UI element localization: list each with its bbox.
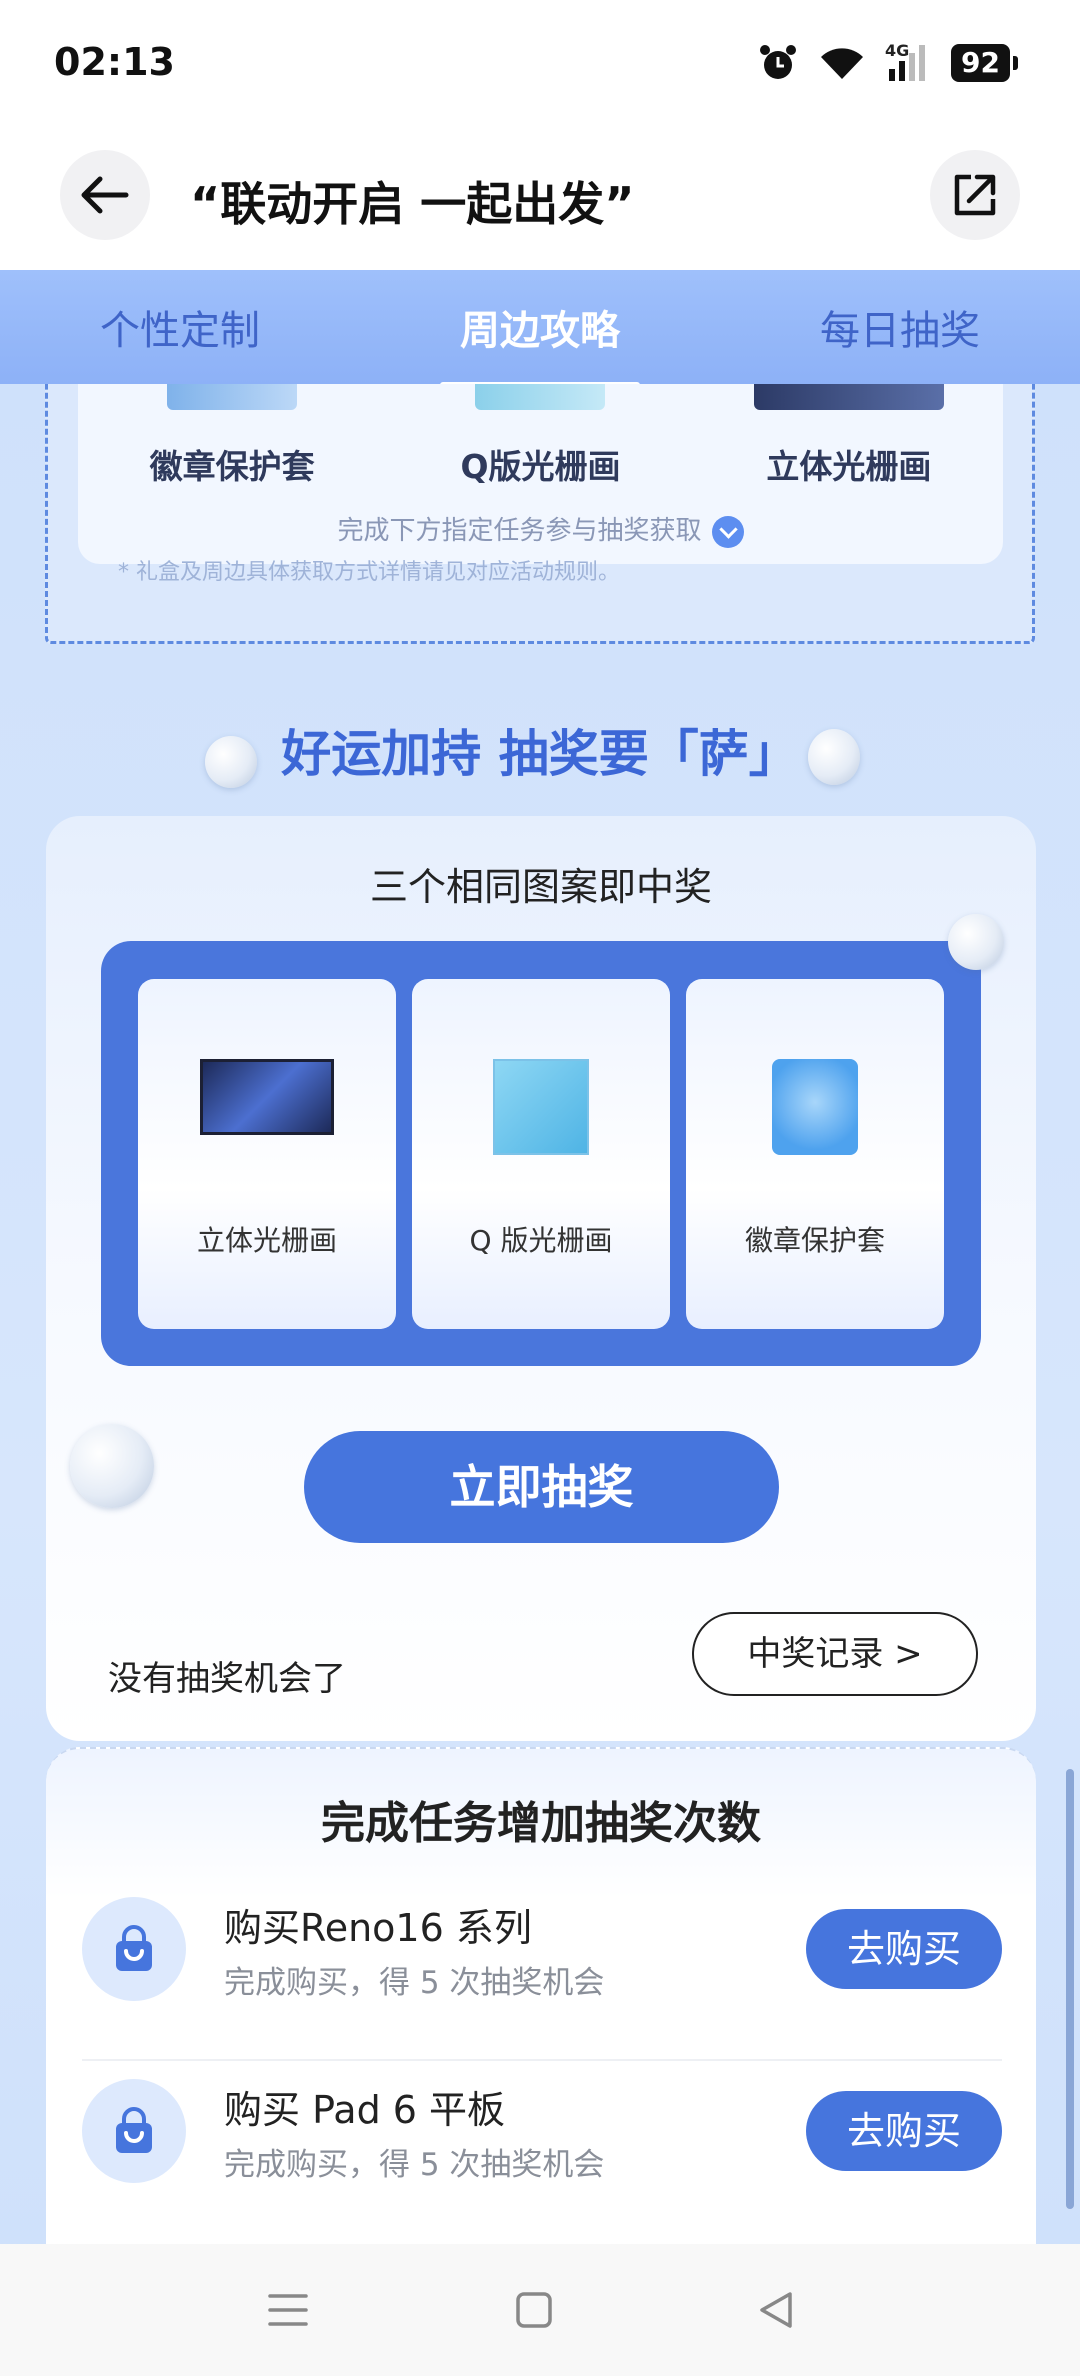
chances-status: 没有抽奖机会了 — [108, 1659, 346, 1699]
battery-indicator: 92 — [951, 44, 1018, 82]
draw-now-button[interactable]: 立即抽奖 — [304, 1431, 779, 1543]
task-name: 购买Reno16 系列 — [224, 1906, 532, 1950]
signal-icon: 4G — [885, 41, 931, 83]
badge-cover-image — [167, 384, 298, 410]
tab-customize[interactable]: 个性定制 — [80, 298, 280, 356]
slot-label: 立体光栅画 — [196, 1224, 337, 1257]
network-type-label: 4G — [885, 41, 910, 60]
recents-button[interactable] — [258, 2284, 318, 2336]
back-triangle-icon — [760, 2292, 792, 2328]
task-card-title: 完成任务增加抽奖次数 — [321, 1798, 761, 1849]
tab-daily-lottery[interactable]: 每日抽奖 — [800, 298, 1000, 356]
q-grating-image — [493, 1059, 589, 1155]
prize-item: Q版光栅画 — [400, 384, 680, 488]
slot-machine: 立体光栅画 Q 版光栅画 徽章保护套 — [101, 941, 981, 1366]
app-header: “联动开启 一起出发” — [0, 130, 1080, 270]
lottery-card: 三个相同图案即中奖 立体光栅画 Q 版光栅画 徽章保护套 立即抽奖 没有抽奖机会… — [46, 816, 1036, 1741]
home-button[interactable] — [504, 2284, 564, 2336]
buy-reno16-button[interactable]: 去购买 — [806, 1909, 1002, 1989]
task-row: 购买Reno16 系列 完成购买，得 5 次抽奖机会 去购买 — [82, 1879, 1002, 2019]
system-nav-bar — [0, 2244, 1080, 2376]
tab-merch-guide[interactable]: 周边攻略 — [440, 298, 640, 388]
prize-row: 徽章保护套 Q版光栅画 立体光栅画 — [78, 384, 1003, 488]
task-description: 完成购买，得 5 次抽奖机会 — [224, 1965, 605, 2001]
q-grating-image — [475, 384, 606, 410]
snowball-decoration — [70, 1424, 154, 1508]
buy-pad6-button[interactable]: 去购买 — [806, 2091, 1002, 2171]
snowball-decoration — [808, 729, 860, 785]
task-hint[interactable]: 完成下方指定任务参与抽奖获取 — [78, 510, 1003, 548]
task-hint-text: 完成下方指定任务参与抽奖获取 — [337, 516, 702, 546]
back-button[interactable] — [60, 150, 150, 240]
menu-icon — [268, 2294, 308, 2326]
prize-preview-card: 徽章保护套 Q版光栅画 立体光栅画 完成下方指定任务参与抽奖获取 * 礼盒及周边… — [45, 384, 1035, 644]
slot-reel: Q 版光栅画 — [412, 979, 670, 1329]
share-icon — [954, 174, 996, 216]
prize-item: 徽章保护套 — [92, 384, 372, 488]
prize-name: 徽章保护套 — [149, 447, 315, 486]
win-record-button[interactable]: 中奖记录 > — [692, 1612, 978, 1696]
wifi-icon — [819, 45, 865, 81]
scrollbar[interactable] — [1066, 1769, 1074, 2209]
status-icons: 4G 92 — [757, 41, 1018, 84]
shopping-bag-icon — [82, 2079, 186, 2183]
badge-cover-image — [772, 1059, 858, 1155]
page-title: “联动开启 一起出发” — [190, 177, 635, 231]
alarm-icon — [757, 42, 799, 84]
task-card: 完成任务增加抽奖次数 购买Reno16 系列 完成购买，得 5 次抽奖机会 去购… — [46, 1747, 1036, 2244]
prize-item: 立体光栅画 — [709, 384, 989, 488]
rule-note: * 礼盒及周边具体获取方式详情请见对应活动规则。 — [118, 560, 620, 585]
status-time: 02:13 — [54, 40, 175, 84]
system-back-button[interactable] — [746, 2284, 806, 2336]
arrow-left-icon — [81, 176, 129, 214]
status-bar: 02:13 4G 92 — [0, 0, 1080, 130]
3d-grating-image — [753, 384, 944, 410]
prize-name: Q版光栅画 — [460, 447, 621, 486]
slot-label: Q 版光栅画 — [469, 1224, 613, 1257]
slot-label: 徽章保护套 — [744, 1224, 885, 1257]
prize-name: 立体光栅画 — [766, 447, 932, 486]
chevron-down-icon[interactable] — [711, 515, 744, 548]
task-row: 购买 Pad 6 平板 完成购买，得 5 次抽奖机会 去购买 — [82, 2059, 1002, 2199]
slot-reel: 徽章保护套 — [686, 979, 944, 1329]
task-name: 购买 Pad 6 平板 — [224, 2088, 506, 2132]
home-square-icon — [516, 2292, 552, 2328]
lottery-subtitle: 三个相同图案即中奖 — [369, 865, 712, 909]
prize-preview-inner: 徽章保护套 Q版光栅画 立体光栅画 完成下方指定任务参与抽奖获取 — [78, 384, 1003, 564]
lottery-section-title: 好运加持 抽奖要「萨」 — [281, 725, 799, 783]
3d-grating-image — [200, 1059, 334, 1135]
tab-bar: 个性定制 周边攻略 每日抽奖 — [0, 270, 1080, 388]
snowball-decoration — [948, 914, 1004, 970]
main-content: 徽章保护套 Q版光栅画 立体光栅画 完成下方指定任务参与抽奖获取 * 礼盒及周边… — [0, 384, 1080, 2244]
slot-reel: 立体光栅画 — [138, 979, 396, 1329]
shopping-bag-icon — [82, 1897, 186, 2001]
task-description: 完成购买，得 5 次抽奖机会 — [224, 2147, 605, 2183]
share-button[interactable] — [930, 150, 1020, 240]
